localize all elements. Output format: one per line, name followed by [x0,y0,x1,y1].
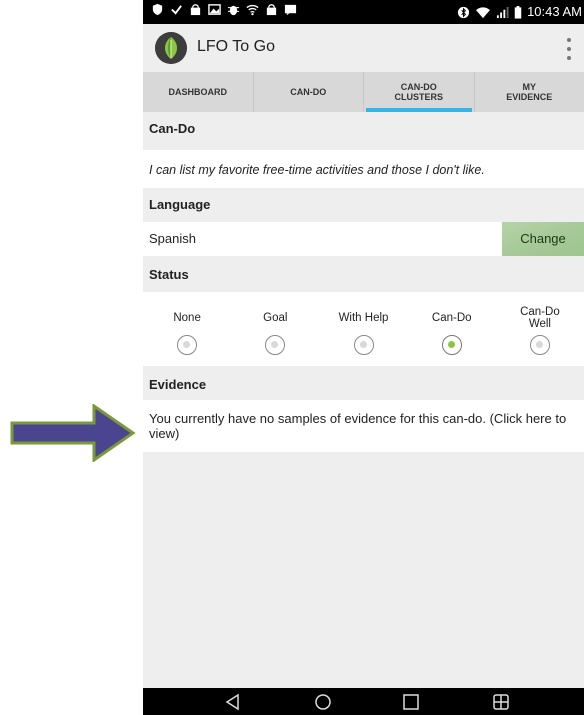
bug-icon [227,5,240,16]
wifi-icon [246,4,259,16]
multi-window-icon[interactable] [491,692,511,712]
status-label: With Help [338,312,389,324]
store-icon [266,4,277,16]
back-icon[interactable] [223,692,243,712]
leaf-logo[interactable] [155,32,187,64]
tab-bar: DASHBOARD CAN-DO CAN-DO CLUSTERS MY EVID… [143,72,584,112]
status-label: Goal [263,312,288,324]
signal-icon [496,6,509,18]
language-row: Spanish Change [143,222,584,256]
navigation-bar [143,688,584,715]
status-header: Status [143,258,584,292]
radio-button-selected[interactable] [441,335,462,355]
status-option-none[interactable]: None [143,292,231,366]
tab-can-do[interactable]: CAN-DO [254,72,364,112]
status-radio-group: None Goal With Help Can-Do Can-Do Well [143,292,584,366]
radio-button[interactable] [529,335,550,355]
annotation-arrow [10,404,136,462]
tab-can-do-clusters[interactable]: CAN-DO CLUSTERS [364,72,475,112]
status-option-can-do[interactable]: Can-Do [408,292,496,366]
phone-screen: 10:43 AM LFO To Go DASHBOARD CAN-DO CAN-… [143,0,584,715]
status-option-with-help[interactable]: With Help [319,292,407,366]
change-language-button[interactable]: Change [502,222,584,256]
status-label: Can-Do [431,312,472,324]
tab-label: DASHBOARD [168,87,228,97]
shield-icon [152,3,163,16]
radio-button[interactable] [177,335,198,355]
status-bar: 10:43 AM [143,0,584,24]
tab-dashboard[interactable]: DASHBOARD [143,72,254,112]
battery-icon [514,5,522,19]
status-option-goal[interactable]: Goal [231,292,319,366]
home-icon[interactable] [313,692,333,712]
app-title: LFO To Go [197,38,275,55]
bluetooth-icon [457,6,470,18]
evidence-link[interactable]: You currently have no samples of evidenc… [143,400,584,452]
message-icon [284,4,297,16]
can-do-statement: I can list my favorite free-time activit… [143,150,584,190]
check-icon [171,5,182,15]
language-header: Language [143,188,584,222]
tab-label: CAN-DO CLUSTERS [394,82,443,102]
radio-button[interactable] [265,335,286,355]
tab-my-evidence[interactable]: MY EVIDENCE [475,72,584,112]
status-label: Can-Do Well [520,306,560,330]
status-label: None [173,312,201,324]
tab-label: MY EVIDENCE [506,82,553,102]
evidence-header: Evidence [143,368,584,402]
recent-apps-icon[interactable] [401,692,421,712]
can-do-header: Can-Do [143,112,584,146]
clock: 10:43 AM [527,4,582,19]
radio-button[interactable] [353,335,374,355]
image-icon [208,4,221,15]
tab-label: CAN-DO [290,87,327,97]
overflow-menu-icon[interactable] [564,38,574,60]
status-option-can-do-well[interactable]: Can-Do Well [496,292,584,366]
app-bar: LFO To Go [143,24,584,72]
store-icon [190,4,201,16]
wifi-icon [476,6,491,18]
language-value: Spanish [149,231,196,246]
